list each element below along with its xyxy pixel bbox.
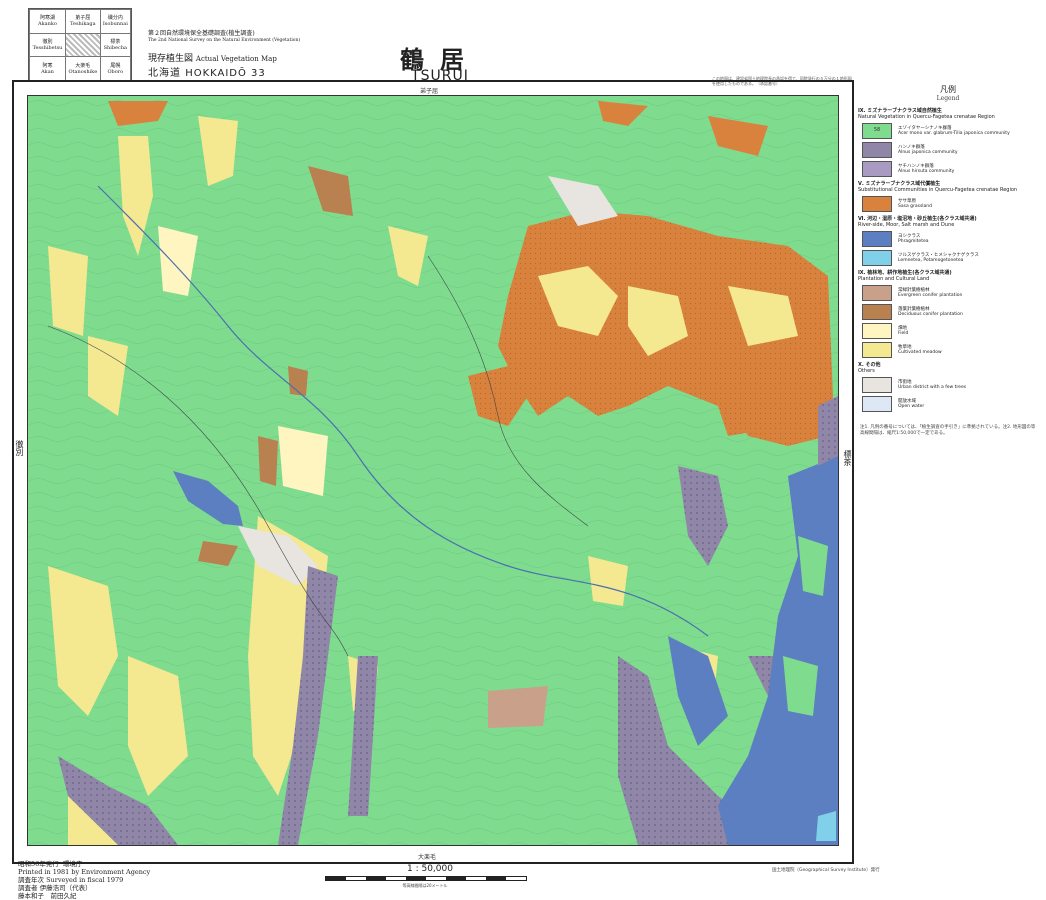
legend-item: 常緑針葉樹植林 Evergreen conifer plantation	[862, 285, 1038, 301]
legend-item: 58 エゾイタヤーシナノキ群落 Acer mono var. glabrum-Til…	[862, 123, 1038, 139]
edge-label-top: 弟子屈	[420, 88, 439, 95]
legend-label: 開放水域 Open water	[898, 398, 925, 410]
scale-label: 等高線間隔は20メートル	[402, 883, 448, 888]
edge-label-left: 徹別	[15, 440, 24, 456]
edge-label-right: 標茶	[843, 450, 852, 466]
index-cell: 阿寒湖 Akanko	[29, 9, 66, 34]
legend-item: 牧草地 Cultivated meadow	[862, 342, 1038, 358]
legend-swatch	[862, 142, 892, 158]
legend-swatch	[862, 250, 892, 266]
legend-panel: 凡例 Legend Ⅸ. ミズナラーブナクラス域自然植生 Natural Vege…	[858, 84, 1038, 415]
footer-publication: 昭和56年発行 環境庁 Printed in 1981 by Environme…	[18, 860, 151, 900]
legend-item: ヤチハンノキ群落 Alnus hirsuta community	[862, 161, 1038, 177]
legend-label: エゾイタヤーシナノキ群落 Acer mono var. glabrum-Tilia…	[898, 125, 1010, 137]
legend-label: 常緑針葉樹植林 Evergreen conifer plantation	[898, 287, 963, 299]
legend-section-heading: Ⅸ. ミズナラーブナクラス域自然植生 Natural Vegetation in …	[858, 108, 995, 120]
legend-swatch	[862, 377, 892, 393]
sheet-index-grid: 阿寒湖 Akanko 弟子屈 Teshikaga 磯分内 Isobunnai 徹別 Te…	[28, 8, 132, 82]
legend-swatch: 58	[862, 123, 892, 139]
forest-area	[783, 656, 818, 716]
legend-item: 開放水域 Open water	[862, 396, 1038, 412]
legend-label: 市街地 Urban district with a few trees	[898, 379, 967, 391]
legend-item: ツルスゲクラス・ヒメシャクナゲクラス Lemnetea, Potamogetone…	[862, 250, 1038, 266]
legend-item: 落葉針葉樹植林 Deciduous conifer plantation	[862, 304, 1038, 320]
legend-item: ハンノキ群落 Alnus japonica community	[862, 142, 1038, 158]
legend-label: 畑地 Field	[898, 325, 909, 337]
deciduous-conifer-plantation	[258, 436, 278, 486]
legend-title: 凡例	[940, 85, 956, 94]
legend-label: ハンノキ群落 Alnus japonica community	[898, 144, 958, 156]
legend-label: 牧草地 Cultivated meadow	[898, 344, 942, 356]
index-cell: 大楽毛 Otanoshike	[64, 56, 101, 81]
legend-notes: 注1. 凡例の番号については、「植生調査の手引き」に準拠されている。注2. 地形…	[860, 425, 1036, 436]
region-label: 北海道 HOKKAIDŌ 33	[148, 68, 266, 79]
legend-title-en: Legend	[936, 95, 960, 102]
printer-note: 国土地理院（Geographical Survey Institute）発行	[772, 868, 880, 873]
legend-label: ヨシクラス Phragmitetea	[898, 233, 929, 245]
legend-item: 畑地 Field	[862, 323, 1038, 339]
index-cell: 標茶 Shibecha	[99, 32, 132, 58]
field-area	[278, 426, 328, 496]
survey-title: 第２回自然環境保全基礎調査(植生調査) The 2nd National Sur…	[148, 30, 301, 43]
legend-swatch	[862, 231, 892, 247]
index-cell: 磯分内 Isobunnai	[99, 9, 132, 34]
legend-item: ヨシクラス Phragmitetea	[862, 231, 1038, 247]
index-cell: 阿寒 Akan	[29, 56, 66, 81]
legend-section-heading: Ⅸ. 植林地、耕作地植生(各クラス域共通) Plantation and Cult…	[858, 270, 952, 282]
index-cell: 弟子屈 Teshikaga	[64, 9, 101, 34]
edge-label-bottom: 大楽毛	[418, 854, 437, 861]
vegetation-map[interactable]	[27, 95, 839, 846]
legend-section-heading: Ⅴ. ミズナラーブナクラス域代償植生 Substitutional Communi…	[858, 181, 1018, 193]
legend-section-heading: Ⅹ. その他 Others	[858, 362, 881, 374]
legend-item: 市街地 Urban district with a few trees	[862, 377, 1038, 393]
legend-swatch	[862, 161, 892, 177]
legend-label: ササ草原 Sasa grassland	[898, 198, 933, 210]
legend-swatch	[862, 196, 892, 212]
legend-label: ツルスゲクラス・ヒメシャクナゲクラス Lemnetea, Potamogetone…	[898, 252, 979, 264]
legend-label: 落葉針葉樹植林 Deciduous conifer plantation	[898, 306, 963, 318]
legend-swatch	[862, 396, 892, 412]
legend-swatch	[862, 285, 892, 301]
legend-swatch	[862, 342, 892, 358]
cultivated-meadow-area	[48, 246, 88, 336]
legend-label: ヤチハンノキ群落 Alnus hirsuta community	[898, 163, 955, 175]
legend-swatch	[862, 304, 892, 320]
evergreen-conifer-plantation	[488, 686, 548, 728]
legend-section-heading: Ⅵ. 河辺・湿原・塩沼地・砂丘植生(各クラス域共通) River-side, Mo…	[858, 216, 977, 228]
alnus-japonica-area	[818, 396, 838, 466]
scale-ratio: 1 : 50,000	[407, 864, 453, 874]
legend-swatch	[862, 323, 892, 339]
map-type: 現存植生図 Actual Vegetation Map	[148, 54, 277, 64]
legend-item: ササ草原 Sasa grassland	[862, 196, 1038, 212]
index-cell: 徹別 Tesshibetsu	[29, 32, 66, 58]
index-cell: 尾幌 Oboro	[99, 56, 132, 81]
scale-bar	[325, 876, 527, 881]
index-cell-current	[64, 32, 101, 58]
